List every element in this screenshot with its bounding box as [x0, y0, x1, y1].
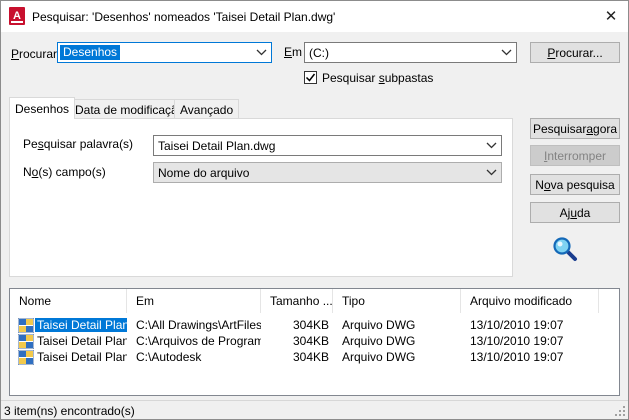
chevron-down-icon: [501, 49, 512, 56]
search-subfolders-checkbox[interactable]: [304, 71, 317, 84]
column-header-name[interactable]: Nome: [10, 289, 127, 313]
tab-date-modified[interactable]: Data de modificação: [69, 99, 191, 119]
in-value: (C:): [309, 46, 329, 60]
search-subfolders-label[interactable]: Pesquisar subpastas: [322, 71, 433, 85]
tab-advanced[interactable]: Avançado: [174, 99, 240, 119]
close-icon: ✕: [604, 8, 618, 25]
resize-grip-icon[interactable]: [614, 405, 626, 417]
table-row[interactable]: Taisei Detail Plan... C:\Autodesk 304KB …: [10, 349, 610, 365]
file-location: C:\Autodesk: [136, 350, 202, 364]
browse-button[interactable]: Procurar...: [530, 42, 620, 63]
window-title: Pesquisar: 'Desenhos' nomeados 'Taisei D…: [32, 10, 336, 24]
look-for-value: Desenhos: [60, 45, 121, 60]
chevron-down-icon: [486, 142, 497, 149]
tab-drawings[interactable]: Desenhos: [9, 97, 76, 119]
file-type: Arquivo DWG: [342, 334, 416, 348]
status-text: 3 item(ns) encontrado(s): [4, 404, 135, 418]
file-name: Taisei Detail Plan...: [35, 318, 127, 332]
field-label: No(s) campo(s): [23, 165, 106, 179]
column-header-in[interactable]: Em: [127, 289, 261, 313]
results-list[interactable]: Nome Em Tamanho ... Tipo Arquivo modific…: [9, 288, 620, 396]
in-label: Em: [284, 45, 303, 59]
file-modified: 13/10/2010 19:07: [470, 318, 564, 332]
svg-text:A: A: [13, 10, 21, 22]
dwg-file-icon: [18, 334, 34, 349]
search-word-value: Taisei Detail Plan.dwg: [158, 139, 276, 153]
file-modified: 13/10/2010 19:07: [470, 334, 564, 348]
field-dropdown[interactable]: Nome do arquivo: [153, 162, 502, 183]
table-row[interactable]: Taisei Detail Plan... C:\All Drawings\Ar…: [10, 317, 610, 333]
dwg-file-icon: [18, 350, 34, 365]
magnifier-icon: [553, 237, 577, 261]
column-header-modified[interactable]: Arquivo modificado: [461, 289, 599, 313]
file-location: C:\Arquivos de Program...: [136, 334, 261, 348]
in-dropdown[interactable]: (C:): [304, 42, 517, 63]
file-size: 304KB: [292, 318, 329, 332]
new-search-button[interactable]: No va pesquisa: [530, 174, 620, 195]
close-button[interactable]: ✕: [600, 5, 622, 27]
search-word-label: Pesquisar palavra(s): [23, 137, 134, 151]
column-header-size[interactable]: Tamanho ...: [261, 289, 333, 313]
drawings-tab-panel: Pesquisar palavra(s) Taisei Detail Plan.…: [9, 118, 513, 277]
checkmark-icon: [305, 73, 316, 82]
file-size: 304KB: [292, 350, 329, 364]
column-header-type[interactable]: Tipo: [333, 289, 461, 313]
search-word-dropdown[interactable]: Taisei Detail Plan.dwg: [153, 135, 502, 156]
file-size: 304KB: [292, 334, 329, 348]
look-for-dropdown[interactable]: Desenhos: [57, 42, 272, 63]
dwg-file-icon: [18, 318, 34, 333]
table-row[interactable]: Taisei Detail Plan... C:\Arquivos de Pro…: [10, 333, 610, 349]
autocad-app-icon: A: [9, 7, 25, 25]
stop-button[interactable]: Interromper: [530, 145, 620, 166]
file-type: Arquivo DWG: [342, 350, 416, 364]
file-type: Arquivo DWG: [342, 318, 416, 332]
search-now-button[interactable]: Pesquisar a gora: [530, 118, 620, 139]
file-name: Taisei Detail Plan...: [37, 350, 127, 364]
file-location: C:\All Drawings\ArtFiles: [136, 318, 261, 332]
help-button[interactable]: Aj u da: [530, 202, 620, 223]
look-for-label: Procurar: [11, 47, 58, 61]
file-modified: 13/10/2010 19:07: [470, 350, 564, 364]
chevron-down-icon: [256, 49, 267, 56]
search-dialog: A Pesquisar: 'Desenhos' nomeados 'Taisei…: [0, 0, 629, 420]
status-bar: 3 item(ns) encontrado(s): [1, 400, 628, 419]
field-value: Nome do arquivo: [158, 166, 250, 180]
chevron-down-icon: [486, 169, 497, 176]
file-name: Taisei Detail Plan...: [37, 334, 127, 348]
title-bar[interactable]: A Pesquisar: 'Desenhos' nomeados 'Taisei…: [1, 1, 628, 32]
